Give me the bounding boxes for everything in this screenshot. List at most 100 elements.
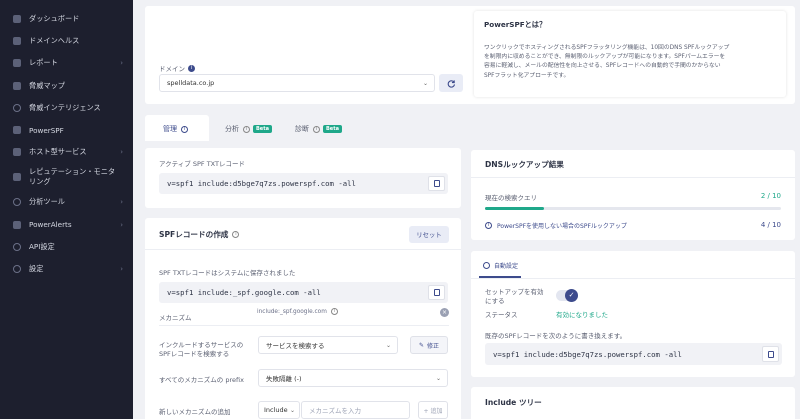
- setup-toggle[interactable]: ✓: [556, 289, 578, 302]
- domain-select-value: spelldata.co.jp: [167, 79, 215, 87]
- mechanism-type-value: Include: [264, 406, 288, 414]
- sidebar-item[interactable]: レポート ›: [0, 52, 133, 74]
- mechanism-value: include:_spf.google.com: [257, 308, 327, 315]
- sidebar-item[interactable]: ホスト型サービス ›: [0, 141, 133, 163]
- copy-icon: [767, 350, 774, 358]
- chevron-right-icon: ›: [120, 59, 123, 68]
- sidebar-item[interactable]: ダッシュボード: [0, 8, 133, 30]
- sidebar-item-label: ドメインヘルス: [29, 36, 80, 46]
- reset-button[interactable]: リセット: [409, 226, 449, 243]
- service-placeholder: サービスを検索する: [266, 342, 325, 350]
- toggle-label-line: セットアップを有効: [485, 288, 544, 296]
- remove-mechanism-button[interactable]: ×: [440, 308, 449, 317]
- saved-note: SPF TXTレコードはシステムに保存されました: [159, 269, 296, 277]
- sidebar-item[interactable]: PowerAlerts ›: [0, 214, 133, 236]
- new-mechanism-label: 新しいメカニズムの追加: [159, 408, 231, 416]
- auto-tag: 自動設定: [483, 261, 518, 270]
- about-box: PowerSPFとは？ ワンクリックでホスティングされるSPFフラッタリング機能…: [474, 11, 786, 97]
- about-title: PowerSPFとは？: [484, 20, 547, 29]
- toggle-knob: ✓: [565, 289, 578, 302]
- globe-icon: [13, 242, 21, 251]
- sidebar-item-label: レピュテーション・モニタリング: [29, 167, 116, 187]
- current-query-progress: [485, 207, 781, 210]
- divider: [471, 278, 795, 279]
- about-line: 容易に軽減し、メールの配信性を向上させる、SPFレコードへの自動的で手間のかから…: [484, 63, 721, 70]
- chevron-right-icon: ›: [120, 198, 123, 207]
- tab-manage[interactable]: 管理 i: [163, 117, 188, 141]
- add-label: + 追加: [423, 407, 443, 415]
- copy-button[interactable]: [762, 346, 779, 362]
- current-query-value: 2 / 10: [760, 192, 781, 200]
- domain-card: ドメイン i spelldata.co.jp ⌄ PowerSPFとは？ ワンク…: [145, 6, 795, 104]
- gear-icon: [13, 264, 21, 273]
- sidebar-item[interactable]: ドメインヘルス: [0, 30, 133, 52]
- bell-icon: [13, 220, 21, 229]
- copy-button[interactable]: [428, 285, 445, 300]
- info-icon: i: [330, 308, 338, 315]
- sidebar-item-label: ホスト型サービス: [29, 147, 87, 157]
- status-value: 有効になりました: [556, 311, 608, 319]
- add-mechanism-button[interactable]: + 追加: [418, 401, 448, 419]
- divider: [159, 325, 449, 326]
- include-label-line: SPFレコードを検索する: [159, 350, 230, 358]
- edit-button[interactable]: ✎ 修正: [410, 336, 448, 354]
- chevron-down-icon: ⌄: [289, 406, 295, 414]
- mechanism-input[interactable]: メカニズムを入力: [301, 401, 410, 419]
- info-icon: i: [243, 125, 250, 133]
- sidebar-item-label: PowerSPF: [29, 125, 64, 135]
- domain-label: ドメイン: [159, 65, 185, 73]
- about-line: SPFフラット化アプローチです。: [484, 72, 570, 79]
- sidebar: ダッシュボードドメインヘルスレポート › 脅威マップ脅威インテリジェンス PowerS…: [0, 0, 133, 419]
- refresh-button[interactable]: [439, 74, 463, 92]
- mechanism-type-select[interactable]: Include ⌄: [258, 401, 300, 419]
- monitor-icon: [13, 173, 21, 182]
- about-line: ワンクリックでホスティングされるSPFフラッタリング機能は、10回のDNS SP…: [484, 45, 730, 51]
- grid-icon: [13, 15, 21, 24]
- sidebar-item[interactable]: PowerSPF: [0, 119, 133, 141]
- chevron-down-icon: ⌄: [422, 79, 428, 87]
- include-label: インクルードするサービスの SPFレコードを検索する: [159, 341, 243, 359]
- copy-button[interactable]: [428, 176, 445, 191]
- toggle-label-line: にする: [485, 297, 505, 305]
- chevron-right-icon: ›: [120, 220, 123, 229]
- info-circle-icon: i: [485, 222, 492, 229]
- auto-record-value: v=spf1 include:d5bge7q7zs.powerspf.com -…: [485, 343, 782, 365]
- sidebar-item-label: PowerAlerts: [29, 220, 72, 230]
- reset-label: リセット: [416, 231, 442, 239]
- document-icon: [13, 59, 21, 68]
- without-label: PowerSPFを使用しない場合のSPFルックアップ: [497, 223, 627, 230]
- mechanism-value-row: include:_spf.google.com i: [257, 308, 338, 315]
- mechanism-input-placeholder: メカニズムを入力: [309, 407, 361, 415]
- sidebar-item-label: 脅威マップ: [29, 80, 65, 90]
- include-tree-card: Include ツリー: [471, 387, 795, 419]
- prefix-select[interactable]: 失敗隔離 (-) ⌄: [258, 369, 448, 387]
- create-spf-card: SPFレコードの作成 i リセット SPF TXTレコードはシステムに保存されま…: [145, 218, 461, 419]
- active-record-value: v=spf1 include:d5bge7q7zs.powerspf.com -…: [159, 173, 448, 194]
- sidebar-item-label: API設定: [29, 241, 55, 251]
- gear-icon: [483, 262, 490, 269]
- copy-icon: [433, 180, 440, 187]
- record-text: v=spf1 include:d5bge7q7zs.powerspf.com -…: [493, 349, 682, 359]
- tab-label: 分析: [225, 125, 239, 133]
- sidebar-item[interactable]: レピュテーション・モニタリング: [0, 163, 133, 191]
- sidebar-item[interactable]: 脅威インテリジェンス: [0, 97, 133, 119]
- sidebar-item[interactable]: 分析ツール ›: [0, 191, 133, 213]
- create-title-row: SPFレコードの作成 i: [159, 229, 240, 240]
- chevron-right-icon: ›: [120, 148, 123, 157]
- sidebar-item[interactable]: 脅威マップ: [0, 75, 133, 97]
- prefix-label: すべてのメカニズムの prefix: [159, 376, 244, 384]
- domain-select[interactable]: spelldata.co.jp ⌄: [159, 74, 435, 92]
- chevron-right-icon: ›: [120, 264, 123, 273]
- auto-tag-label: 自動設定: [494, 263, 519, 270]
- main-content: ドメイン i spelldata.co.jp ⌄ PowerSPFとは？ ワンク…: [133, 0, 800, 419]
- sidebar-item[interactable]: 設定 ›: [0, 258, 133, 280]
- active-record-card: アクティブ SPF TXTレコード v=spf1 include:d5bge7q…: [145, 148, 461, 208]
- toggle-label: セットアップを有効 にする: [485, 288, 544, 306]
- tab-diagnostics[interactable]: 診断 i Beta: [295, 117, 342, 141]
- info-icon: i: [181, 125, 188, 133]
- dns-title: DNSルックアップ結果: [485, 160, 564, 169]
- tab-analytics[interactable]: 分析 i Beta: [225, 117, 272, 141]
- progress-fill: [485, 207, 545, 210]
- sidebar-item[interactable]: API設定: [0, 236, 133, 258]
- service-search-select[interactable]: サービスを検索する ⌄: [258, 336, 398, 354]
